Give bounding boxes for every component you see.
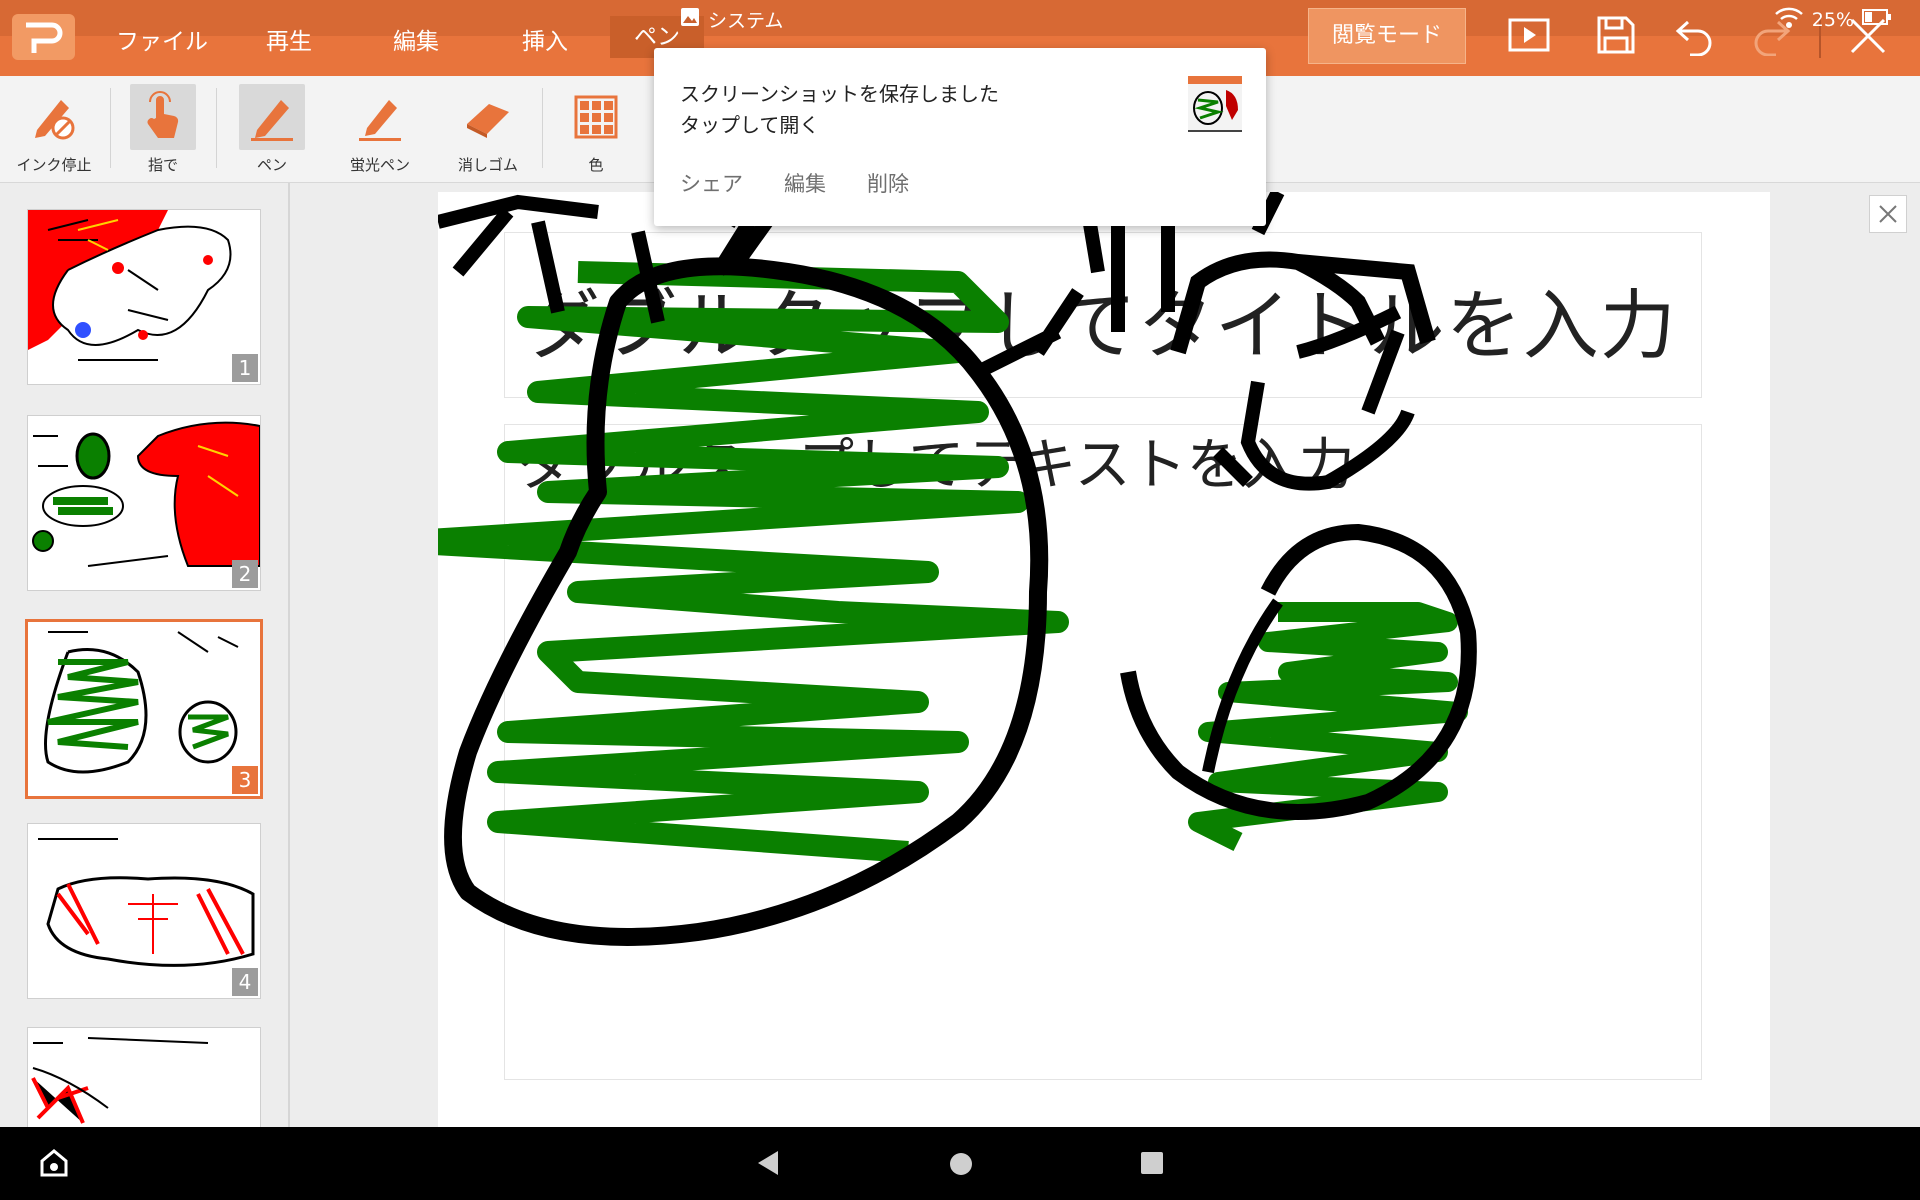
notification-edit-button[interactable]: 編集	[784, 168, 826, 198]
color-grid-icon	[574, 95, 618, 139]
home-icon[interactable]	[948, 1151, 974, 1181]
slide-canvas[interactable]: ダブルタップしてタイトルを入力 ダブルタップしてテキストを入力	[438, 192, 1770, 1127]
slide-thumbnail-selected[interactable]: 3	[25, 619, 263, 799]
ribbon-divider	[110, 88, 111, 168]
slide-number: 4	[232, 968, 258, 996]
battery-icon	[1862, 8, 1892, 31]
slide-thumbnail-drawing	[44, 631, 239, 774]
slide-number: 2	[232, 560, 258, 588]
slide-thumbnail-panel: 1 2 3 4	[0, 183, 290, 1129]
ribbon-divider	[542, 88, 543, 168]
slide-thumbnail[interactable]: 4	[27, 823, 261, 999]
ink-stop-label: インク停止	[16, 156, 92, 174]
wifi-icon	[1774, 6, 1804, 33]
slide-number: 3	[232, 766, 258, 794]
color-label: 色	[588, 156, 604, 174]
system-nav-bar	[0, 1127, 1920, 1200]
slide-number: 1	[232, 354, 258, 382]
color-tool[interactable]: 色	[546, 76, 646, 182]
screenshot-thumbnail-image	[1188, 76, 1242, 125]
slide-thumbnail[interactable]: 2	[27, 415, 261, 591]
save-icon[interactable]	[1596, 14, 1636, 60]
notification-subtitle: タップして開く	[680, 113, 820, 137]
back-icon[interactable]	[754, 1149, 780, 1181]
undo-icon[interactable]	[1674, 14, 1716, 60]
image-icon	[680, 7, 700, 32]
app-logo[interactable]	[12, 14, 75, 60]
pen-label: ペン	[256, 156, 287, 174]
screenshot-notification[interactable]: スクリーンショットを保存しました タップして開く シェア 編集 削除	[654, 48, 1266, 226]
slide-thumbnail[interactable]	[27, 1027, 261, 1129]
close-slide-button[interactable]	[1869, 195, 1907, 233]
eraser-tool[interactable]: 消しゴム	[438, 76, 538, 182]
pen-tool[interactable]: ペン	[222, 76, 322, 182]
home-launcher-icon[interactable]	[38, 1147, 70, 1183]
highlighter-tool[interactable]: 蛍光ペン	[330, 76, 430, 182]
notification-app-name: システム	[708, 10, 784, 32]
close-icon	[1879, 205, 1897, 223]
slideshow-play-icon[interactable]	[1508, 14, 1550, 60]
eraser-icon	[467, 104, 509, 138]
slide-thumbnail-drawing	[31, 1037, 209, 1124]
finger-label: 指で	[147, 156, 178, 174]
slide-thumbnail-drawing	[32, 421, 260, 567]
menu-play[interactable]: 再生	[266, 22, 312, 56]
slide-thumbnail-drawing	[38, 838, 255, 967]
highlighter-icon	[359, 100, 401, 141]
pen-icon	[251, 100, 293, 141]
notification-header: システム	[680, 6, 783, 33]
screenshot-thumbnail[interactable]	[1188, 76, 1242, 132]
ink-stop-icon	[35, 100, 75, 140]
finger-touch-icon	[147, 91, 179, 138]
menu-edit[interactable]: 編集	[393, 22, 439, 56]
menu-file[interactable]: ファイル	[116, 22, 208, 56]
notification-title: スクリーンショットを保存しました	[680, 82, 999, 106]
slide-thumbnail-drawing	[28, 210, 232, 361]
ink-stop-tool[interactable]: インク停止	[4, 76, 104, 182]
ink-drawing-layer	[438, 192, 1477, 946]
highlighter-label: 蛍光ペン	[349, 156, 410, 174]
recents-icon[interactable]	[1140, 1151, 1164, 1179]
battery-percent: 25%	[1811, 8, 1854, 31]
eraser-label: 消しゴム	[457, 156, 518, 174]
menu-insert[interactable]: 挿入	[522, 22, 568, 56]
slide-thumbnail[interactable]: 1	[27, 209, 261, 385]
system-status: 25%	[1774, 6, 1892, 33]
notification-share-button[interactable]: シェア	[680, 168, 743, 198]
finger-tool[interactable]: 指で	[113, 76, 213, 182]
read-mode-button[interactable]: 閲覧モード	[1308, 8, 1466, 64]
notification-delete-button[interactable]: 削除	[867, 168, 909, 198]
ribbon-divider	[216, 88, 217, 168]
